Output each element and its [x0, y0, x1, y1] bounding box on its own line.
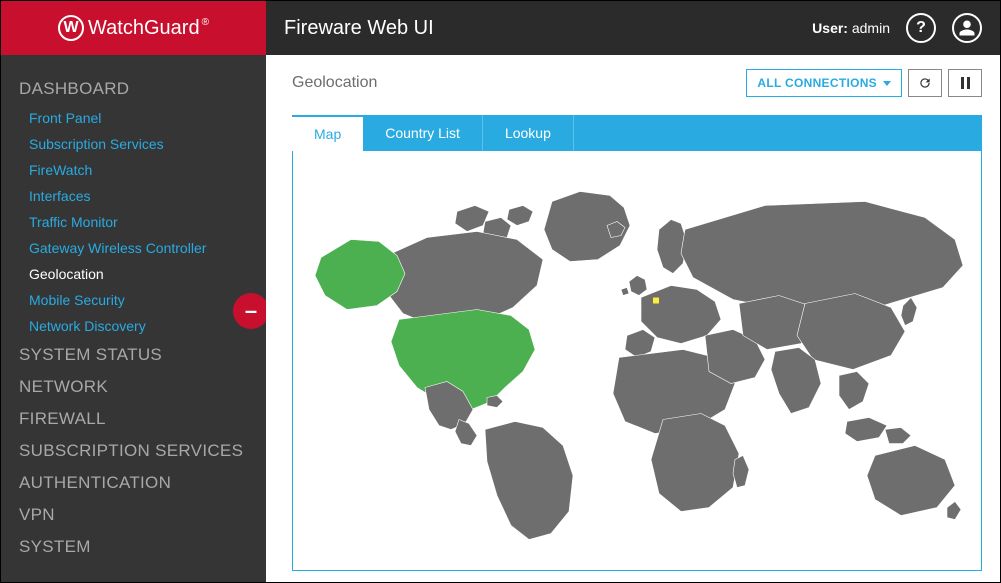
tab-map[interactable]: Map: [292, 115, 363, 151]
app-title: Fireware Web UI: [284, 17, 434, 40]
connections-dropdown-label: ALL CONNECTIONS: [757, 76, 877, 90]
nav-section-system-status[interactable]: SYSTEM STATUS: [1, 339, 266, 371]
nav-section-subscription-services[interactable]: SUBSCRIPTION SERVICES: [1, 435, 266, 467]
refresh-icon: [918, 76, 932, 90]
sidebar: DASHBOARD Front Panel Subscription Servi…: [1, 55, 266, 582]
connections-dropdown[interactable]: ALL CONNECTIONS: [746, 69, 902, 97]
tabs: Map Country List Lookup: [292, 115, 982, 151]
user-icon: [958, 19, 976, 37]
chevron-down-icon: [883, 81, 891, 86]
nav-section-dashboard[interactable]: DASHBOARD: [1, 73, 266, 105]
nav-section-firewall[interactable]: FIREWALL: [1, 403, 266, 435]
main-content: Geolocation ALL CONNECTIONS Map Country …: [266, 55, 1000, 582]
brand-reg: ®: [202, 17, 209, 28]
nav-section-authentication[interactable]: AUTHENTICATION: [1, 467, 266, 499]
world-map[interactable]: [292, 151, 982, 571]
brand-logo: WWatchGuard®: [1, 1, 266, 55]
topbar: Fireware Web UI User: admin ?: [266, 1, 1000, 55]
sidebar-item-traffic-monitor[interactable]: Traffic Monitor: [1, 209, 266, 235]
sidebar-item-gateway-wireless-controller[interactable]: Gateway Wireless Controller: [1, 235, 266, 261]
brand-w-icon: W: [58, 15, 84, 41]
refresh-button[interactable]: [908, 69, 942, 97]
world-map-svg: [307, 165, 967, 556]
brand-text: WatchGuard: [88, 17, 200, 40]
nav-section-network[interactable]: NETWORK: [1, 371, 266, 403]
sidebar-item-subscription-services[interactable]: Subscription Services: [1, 131, 266, 157]
pause-icon: [961, 77, 970, 89]
nav-section-system[interactable]: SYSTEM: [1, 531, 266, 563]
user-menu-button[interactable]: [952, 13, 982, 43]
user-label: User: admin: [812, 20, 890, 36]
sidebar-item-interfaces[interactable]: Interfaces: [1, 183, 266, 209]
help-button[interactable]: ?: [906, 13, 936, 43]
tab-country-list[interactable]: Country List: [363, 115, 483, 151]
sidebar-item-mobile-security[interactable]: Mobile Security: [1, 287, 266, 313]
nav-section-vpn[interactable]: VPN: [1, 499, 266, 531]
help-icon: ?: [916, 19, 926, 37]
sidebar-item-geolocation[interactable]: Geolocation: [1, 261, 266, 287]
sidebar-collapse-toggle[interactable]: –: [233, 293, 266, 329]
sidebar-item-network-discovery[interactable]: Network Discovery: [1, 313, 266, 339]
pause-button[interactable]: [948, 69, 982, 97]
sidebar-item-firewatch[interactable]: FireWatch: [1, 157, 266, 183]
sidebar-item-front-panel[interactable]: Front Panel: [1, 105, 266, 131]
page-title: Geolocation: [292, 74, 377, 92]
tab-lookup[interactable]: Lookup: [483, 115, 574, 151]
